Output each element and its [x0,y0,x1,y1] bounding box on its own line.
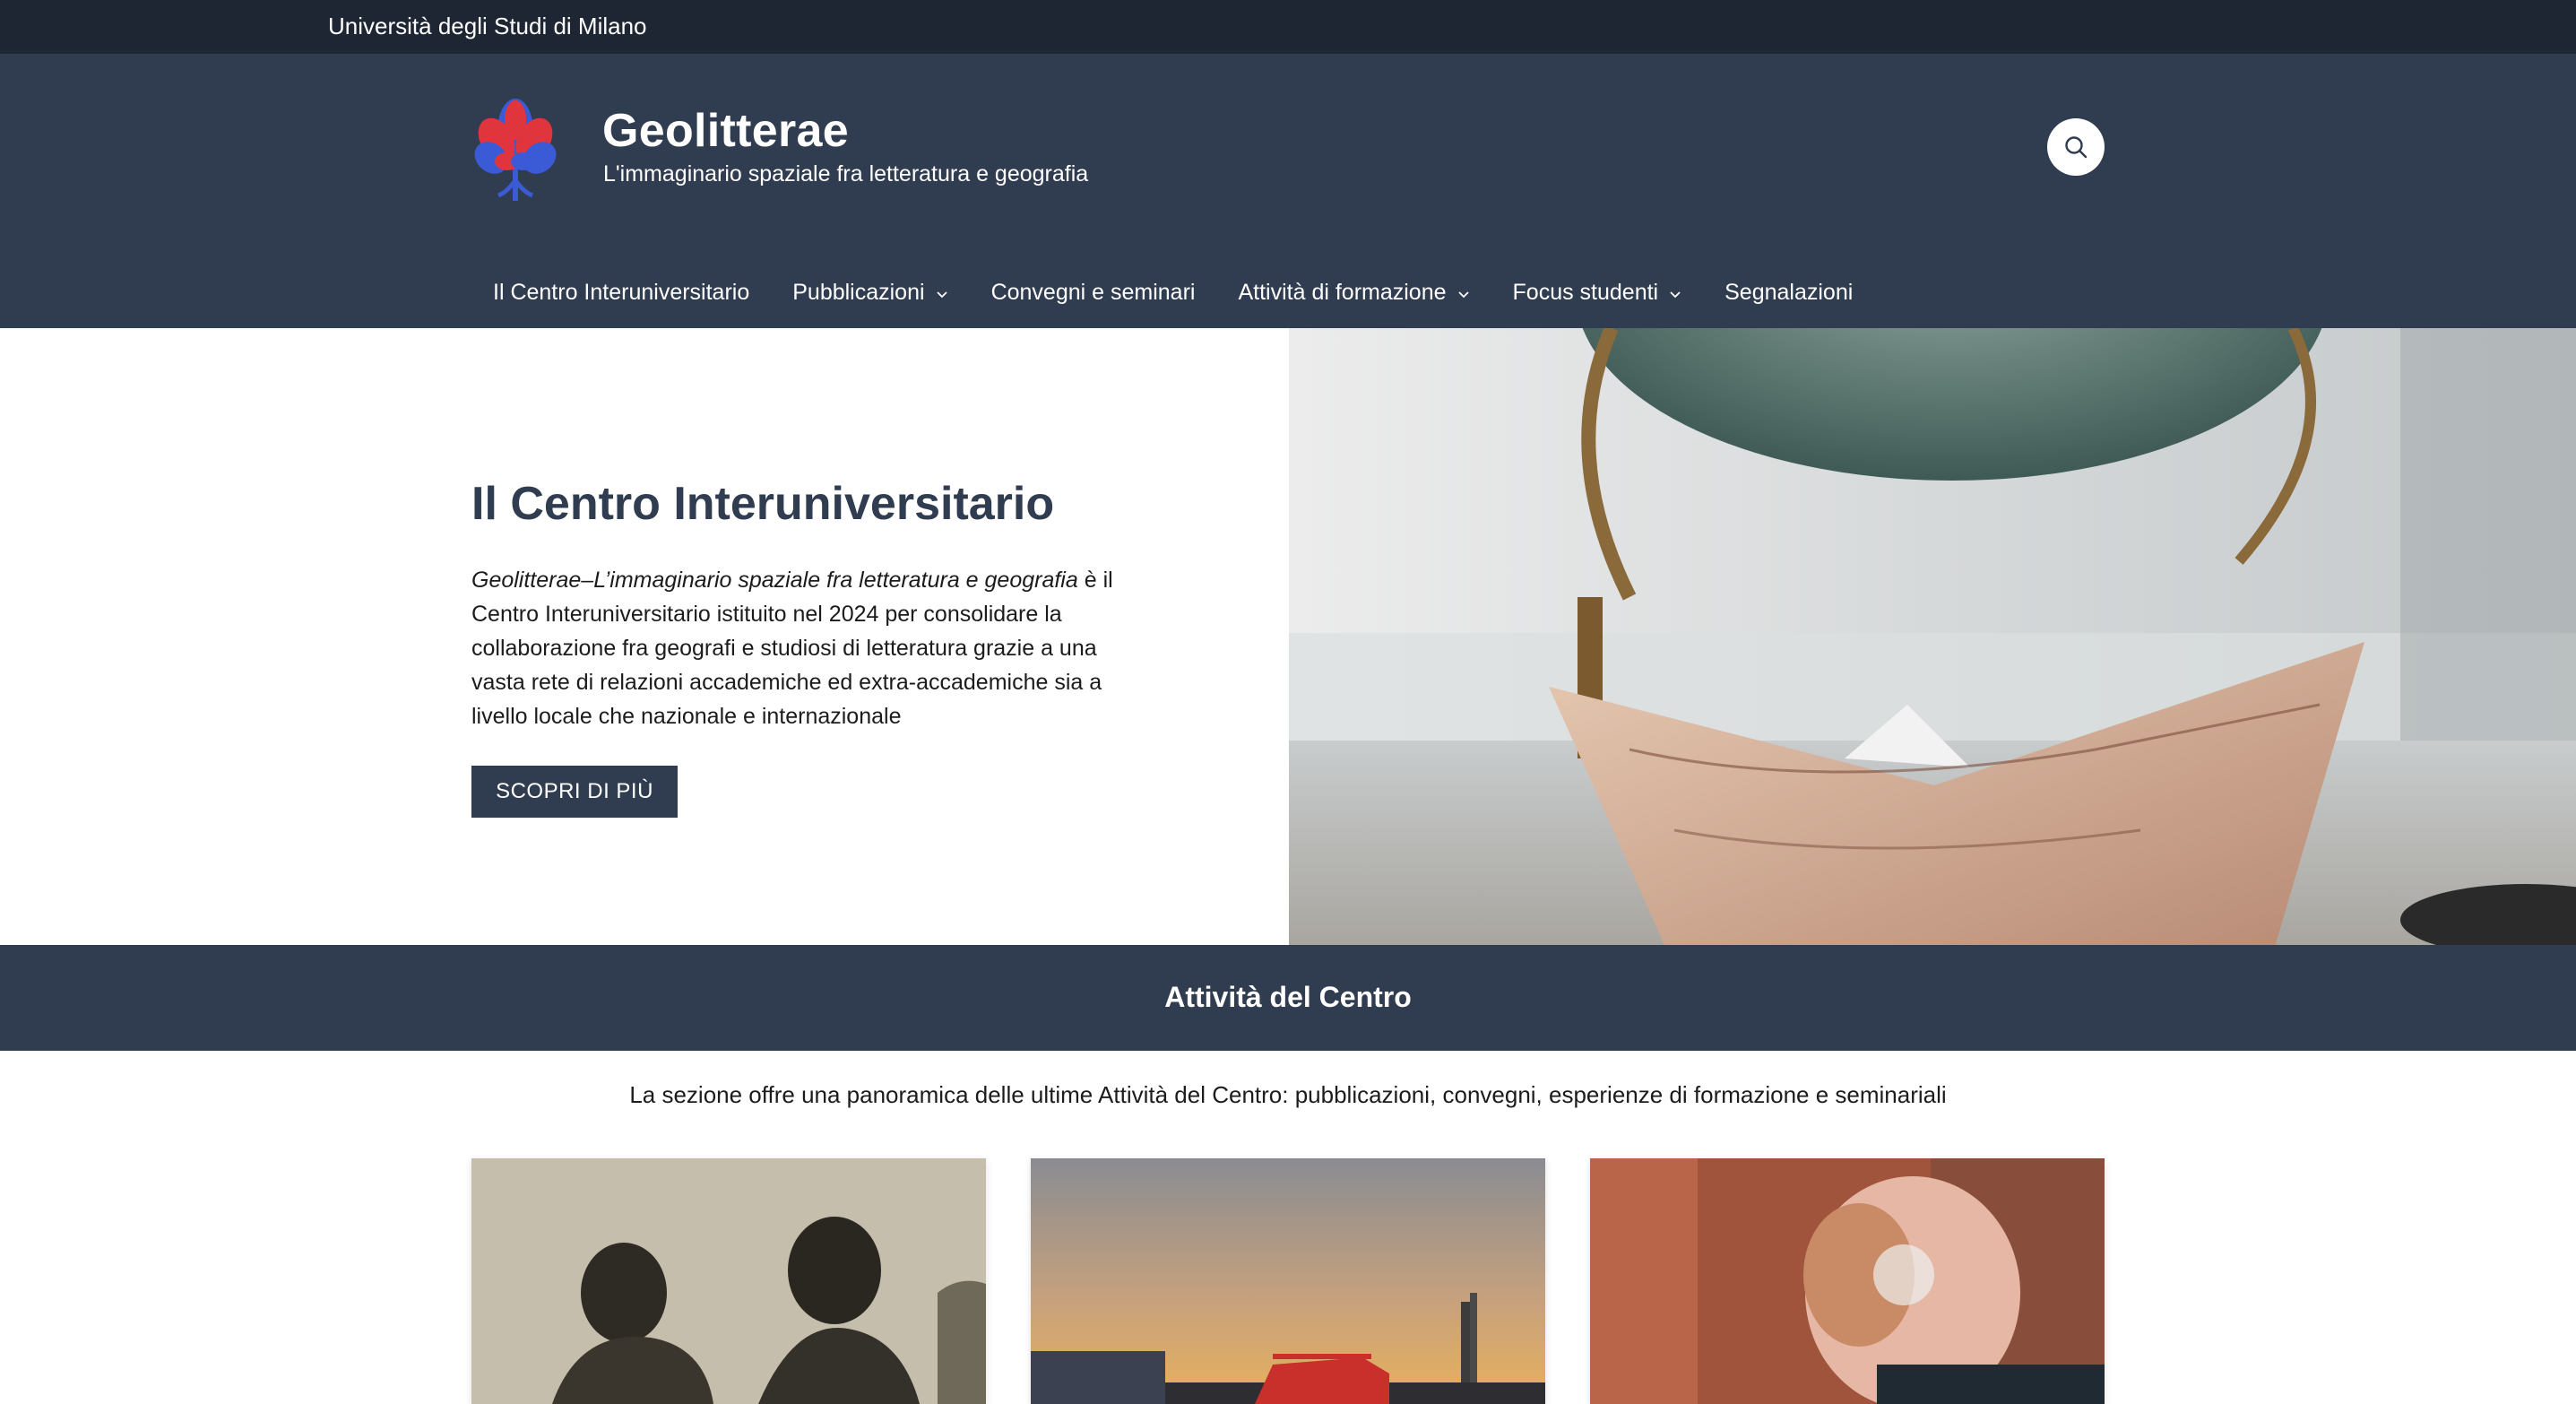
card-image-vintage-photo [471,1158,986,1404]
nav-label: Pubblicazioni [792,279,925,305]
chevron-down-icon [936,280,948,306]
site-subtitle: L'immaginario spaziale fra letteratura e… [603,161,1089,186]
hero-description-italic: Geolitterae–L’immaginario spaziale fra l… [471,568,1078,593]
discover-more-button[interactable]: SCOPRI DI PIÙ [471,766,678,818]
activity-card-1[interactable] [471,1158,986,1404]
nav-item-pubblicazioni[interactable]: Pubblicazioni [792,280,947,306]
main-nav: Il Centro Interuniversitario Pubblicazio… [493,274,1896,310]
chevron-down-icon [1457,280,1470,306]
activity-card-3[interactable] [1590,1158,2105,1404]
university-link[interactable]: Università degli Studi di Milano [328,13,647,40]
nav-item-segnalazioni[interactable]: Segnalazioni [1725,280,1853,306]
card-image-woman-portrait [1590,1158,2105,1404]
site-title[interactable]: Geolitterae [602,104,849,158]
hero-title: Il Centro Interuniversitario [471,478,1055,530]
top-bar: Università degli Studi di Milano [0,0,2576,54]
nav-item-focus-studenti[interactable]: Focus studenti [1513,280,1682,306]
activities-intro: La sezione offre una panoramica delle ul… [629,1081,1947,1108]
activity-card-2[interactable] [1031,1158,1545,1404]
nav-item-centro[interactable]: Il Centro Interuniversitario [493,280,749,306]
nav-label: Convegni e seminari [990,279,1196,305]
search-icon [2065,136,2088,159]
site-header: Geolitterae L'immaginario spaziale fra l… [0,54,2576,328]
hero-image-paper-boat-globe [1289,328,2576,945]
nav-label: Attività di formazione [1238,279,1447,305]
nav-label: Focus studenti [1512,279,1659,305]
search-button[interactable] [2047,118,2105,176]
hero-description: Geolitterae–L’immaginario spaziale fra l… [471,563,1135,733]
card-image-sunset-car [1031,1158,1545,1404]
tree-logo-icon[interactable] [471,95,559,201]
nav-item-formazione[interactable]: Attività di formazione [1238,280,1469,306]
activities-heading: Attività del Centro [1164,981,1412,1013]
chevron-down-icon [1669,280,1681,306]
nav-label: Segnalazioni [1725,279,1854,305]
nav-label: Il Centro Interuniversitario [493,279,750,305]
nav-item-convegni[interactable]: Convegni e seminari [991,280,1196,306]
activities-section-header: Attività del Centro [0,945,2576,1051]
